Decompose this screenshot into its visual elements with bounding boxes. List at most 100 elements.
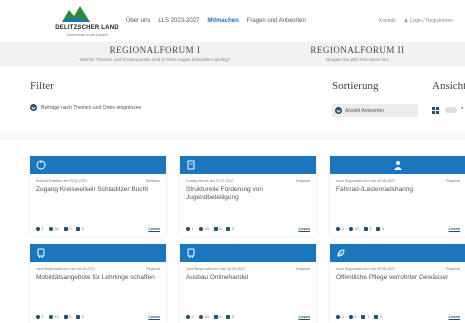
card-title[interactable]: Mobilitätsangebote für Lehrlinge schaffe… <box>36 274 160 291</box>
user-icon: ♟ <box>403 18 409 24</box>
sort-select[interactable]: Anzahl Antworten <box>332 104 418 117</box>
chevron-down-icon <box>335 107 342 114</box>
forum-description: Bringen Sie jetzt Ihre Ideen ein! <box>326 57 389 62</box>
card-meta: Input Regionalforum II am 08.08.2022 Reg… <box>36 267 160 271</box>
card-header <box>330 244 465 262</box>
idea-card[interactable]: Input Regionalforum II am 08.08.2022 Reg… <box>30 244 166 323</box>
nav-participate[interactable]: Mitmachen <box>207 18 238 24</box>
card-location: Regional <box>446 179 460 183</box>
card-header <box>330 156 465 174</box>
thumbs-down-icon[interactable] <box>374 314 379 319</box>
read-link[interactable]: Lesen <box>148 226 160 231</box>
nav-lls[interactable]: LLS 2023-2027 <box>158 18 199 24</box>
nav-faq[interactable]: Fragen und Antworten <box>247 18 306 24</box>
eye-icon <box>198 314 203 319</box>
idea-card[interactable]: Input Regionalforum II am 08.08.2022 Reg… <box>180 244 316 323</box>
comment-icon <box>36 226 40 231</box>
card-title[interactable]: Zugang Kreiswerkelr Schladitzer Bucht <box>36 186 160 203</box>
thumbs-down-icon[interactable] <box>376 226 381 231</box>
card-header <box>180 244 316 262</box>
card-title[interactable]: Fahrrad-/Lastenradsharing <box>336 186 460 203</box>
comment-icon <box>36 314 40 319</box>
eye-icon <box>348 226 353 231</box>
card-stats: 0 5 1 2 Lesen <box>336 314 460 319</box>
sort-value: Anzahl Antworten <box>345 107 384 114</box>
grid-view-icon[interactable] <box>432 107 439 114</box>
card-location: Regional <box>296 267 310 271</box>
eye-icon <box>48 314 53 319</box>
card-stats: 1 45 8 0 Lesen <box>186 226 310 231</box>
like-count: 0 <box>69 226 72 231</box>
card-header <box>180 156 316 174</box>
card-title[interactable]: Ausbau Onlinehandel <box>186 274 310 291</box>
idea-card[interactable]: Input Regionalforum II am 09.08.2022 Reg… <box>330 244 465 323</box>
contact-link[interactable]: Kontakt <box>379 18 396 24</box>
forum-tab-1[interactable]: REGIONALFORUM I Welche Themen und Schwer… <box>30 45 280 62</box>
card-title[interactable]: Öffentliche Pflege verrohrter Gewässer <box>336 274 460 291</box>
thumbs-up-icon[interactable] <box>63 314 68 319</box>
comment-count: 0 <box>341 226 344 231</box>
nav-about[interactable]: Über uns <box>126 18 150 24</box>
site-header: DELITZSCHER LAND Gemeinsam in die Zukunf… <box>0 0 465 42</box>
filter-toggle[interactable]: Beiträge nach Themen und Orten eingrenze… <box>30 104 141 111</box>
card-author-date: Input Regionalforum II am 08.08.2022 <box>186 267 245 271</box>
card-meta: Ludwig Klenke am 21.07.2022 Regional <box>186 179 310 183</box>
thumbs-up-icon[interactable] <box>213 226 218 231</box>
bus-icon <box>36 248 46 258</box>
read-link[interactable]: Lesen <box>448 314 460 319</box>
person-icon <box>393 160 403 170</box>
dislike-count: 0 <box>231 226 235 231</box>
card-stats: 0 20 3 0 Lesen <box>336 226 460 231</box>
forum-description: Welche Themen und Schwerpunkte sind in I… <box>79 57 231 62</box>
card-meta: Input Regionalforum II am 09.08.2022 Reg… <box>336 267 460 271</box>
idea-card[interactable]: Ludwig Klenke am 21.07.2022 Regional Str… <box>180 156 316 236</box>
idea-card[interactable]: Eulinda Draeberr am 25.02.2022 Delitzsch… <box>30 156 166 236</box>
thumbs-up-icon[interactable] <box>361 314 366 319</box>
card-stats: 0 30 6 5 Lesen <box>186 314 310 319</box>
read-link[interactable]: Lesen <box>148 314 160 319</box>
bus-icon <box>186 248 196 258</box>
thumbs-down-icon[interactable] <box>76 314 81 319</box>
comment-count: 1 <box>191 226 194 231</box>
thumbs-down-icon[interactable] <box>226 314 231 319</box>
view-count: 16 <box>54 314 59 319</box>
chevron-down-icon <box>30 104 37 111</box>
thumbs-down-icon[interactable] <box>226 226 231 231</box>
comment-icon <box>186 314 190 319</box>
view-toggle[interactable] <box>445 107 457 113</box>
login-link[interactable]: ♟ Login / Registrieren <box>404 18 453 24</box>
comment-icon <box>186 226 190 231</box>
card-location: Regional <box>296 179 310 183</box>
card-meta: Eulinda Draeberr am 25.02.2022 Delitzsch <box>36 179 160 183</box>
view-count: 36 <box>54 226 59 231</box>
idea-card[interactable]: Input Regionalforum II am 08.08.2022 Reg… <box>330 156 465 236</box>
list-view-icon[interactable]: ▪ <box>461 105 463 112</box>
comment-count: 0 <box>341 314 344 319</box>
read-link[interactable]: Lesen <box>298 226 310 231</box>
card-author-date: Input Regionalforum II am 09.08.2022 <box>336 267 395 271</box>
eye-icon <box>48 226 53 231</box>
like-count: 1 <box>366 314 370 319</box>
thumbs-up-icon[interactable] <box>63 226 68 231</box>
thumbs-up-icon[interactable] <box>363 226 368 231</box>
card-title[interactable]: Strukturelle Förderung von Jugendbeteili… <box>186 186 310 203</box>
logo[interactable]: DELITZSCHER LAND Gemeinsam in die Zukunf… <box>50 4 124 40</box>
thumbs-down-icon[interactable] <box>76 226 81 231</box>
view-count: 45 <box>204 226 209 231</box>
forum-tab-2[interactable]: REGIONALFORUM II Bringen Sie jetzt Ihre … <box>300 45 415 62</box>
sort-heading: Sortierung <box>332 80 379 92</box>
read-link[interactable]: Lesen <box>298 314 310 319</box>
read-link[interactable]: Lesen <box>448 226 460 231</box>
brand-subtitle: Gemeinsam in die Zukunft <box>66 33 108 37</box>
dislike-count: 0 <box>81 314 85 319</box>
document-icon <box>186 160 196 170</box>
wheelchair-icon <box>36 160 46 170</box>
dislike-count: 2 <box>379 314 382 319</box>
card-header <box>30 244 166 262</box>
card-author-date: Input Regionalforum II am 08.08.2022 <box>36 267 95 271</box>
main-nav: Über uns LLS 2023-2027 Mitmachen Fragen … <box>126 18 306 24</box>
divider <box>0 130 465 140</box>
thumbs-up-icon[interactable] <box>213 314 218 319</box>
comment-count: 1 <box>41 226 44 231</box>
utility-nav: Kontakt ♟ Login / Registrieren <box>379 18 453 24</box>
